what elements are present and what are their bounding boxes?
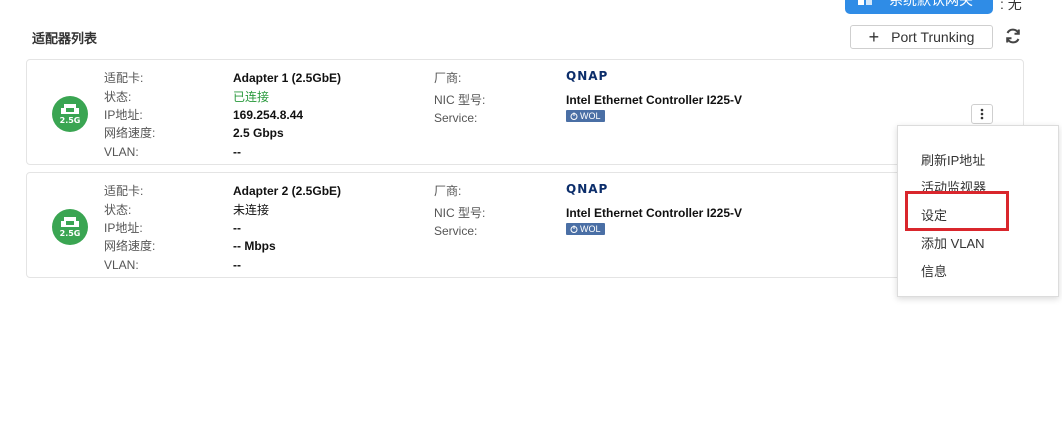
page-title: 适配器列表 (32, 31, 98, 46)
default-gateway-label: 系统默认网关 (889, 0, 973, 8)
menu-item-add-vlan[interactable]: 添加 VLAN (921, 233, 985, 252)
label-adapter: 适配卡: (104, 71, 144, 85)
highlight-box (905, 191, 1009, 231)
gateway-icon (857, 0, 873, 7)
nic-model: Intel Ethernet Controller I225-V (566, 93, 743, 107)
badge-text: 2.5G (60, 229, 81, 238)
label-service: Service: (434, 111, 478, 125)
label-service: Service: (434, 224, 478, 238)
label-ip: IP地址: (104, 221, 143, 235)
menu-item-refresh-ip[interactable]: 刷新IP地址 (921, 150, 985, 169)
kebab-icon (980, 108, 984, 120)
vendor-logo: QNAP (566, 182, 609, 196)
label-nic-model: NIC 型号: (434, 93, 486, 107)
adapter-ip: -- (233, 221, 241, 235)
more-options-button[interactable] (971, 104, 993, 124)
label-vendor: 厂商: (434, 184, 462, 198)
label-status: 状态: (104, 203, 132, 217)
service-label: WOL (580, 224, 601, 234)
label-vlan: VLAN: (104, 258, 139, 272)
adapter-vlan: -- (233, 258, 241, 272)
ethernet-2.5g-icon: 2.5G (52, 96, 88, 132)
port-trunking-button[interactable]: + Port Trunking (850, 25, 993, 49)
adapter-name: Adapter 1 (2.5GbE) (233, 71, 342, 85)
adapter-card-1[interactable]: 2.5G 适配卡: 状态: IP地址: 网络速度: VLAN: Adapter … (26, 59, 1024, 165)
default-gateway-value: : 无 (1000, 0, 1022, 12)
vendor-logo: QNAP (566, 69, 609, 83)
adapter-name: Adapter 2 (2.5GbE) (233, 184, 342, 198)
service-label: WOL (580, 111, 601, 121)
adapter-speed: 2.5 Gbps (233, 126, 284, 140)
power-icon (570, 112, 578, 120)
label-speed: 网络速度: (104, 126, 156, 140)
label-speed: 网络速度: (104, 239, 156, 253)
label-adapter: 适配卡: (104, 184, 144, 198)
default-gateway-button[interactable]: 系统默认网关 (845, 0, 993, 14)
ethernet-2.5g-icon: 2.5G (52, 209, 88, 245)
adapter-ip: 169.254.8.44 (233, 108, 304, 122)
power-icon (570, 225, 578, 233)
adapter-status: 已连接 (233, 90, 270, 104)
menu-item-info[interactable]: 信息 (921, 261, 947, 280)
service-badge: WOL (566, 223, 605, 235)
label-ip: IP地址: (104, 108, 143, 122)
nic-model: Intel Ethernet Controller I225-V (566, 206, 743, 220)
service-badge: WOL (566, 110, 605, 122)
label-status: 状态: (104, 90, 132, 104)
refresh-icon[interactable] (1002, 25, 1024, 47)
adapter-card-2[interactable]: 2.5G 适配卡: 状态: IP地址: 网络速度: VLAN: Adapter … (26, 172, 1024, 278)
label-vlan: VLAN: (104, 145, 139, 159)
badge-text: 2.5G (60, 116, 81, 125)
plus-icon: + (868, 27, 880, 47)
adapter-status: 未连接 (233, 203, 270, 217)
label-vendor: 厂商: (434, 71, 462, 85)
port-trunking-label: Port Trunking (891, 29, 975, 45)
label-nic-model: NIC 型号: (434, 206, 486, 220)
adapter-vlan: -- (233, 145, 241, 159)
adapter-speed: -- Mbps (233, 239, 276, 253)
